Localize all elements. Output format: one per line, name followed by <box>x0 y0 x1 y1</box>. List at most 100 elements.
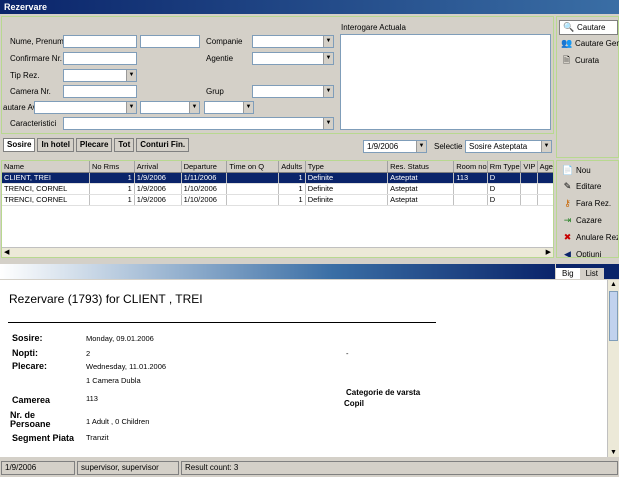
categorie-label: Categorie de varsta <box>346 388 421 397</box>
scroll-left-icon[interactable]: ◀ <box>4 248 9 256</box>
column-header[interactable]: Room no <box>453 161 488 173</box>
confirmare-label: Confirmare Nr. <box>10 54 63 63</box>
cautare-gen-button[interactable]: 👥 Cautare Gen <box>561 38 619 49</box>
nopti-value: 2 <box>86 349 91 358</box>
anulare-rez-label: Anulare Rez <box>576 233 619 242</box>
column-header[interactable]: Time on Q <box>226 161 280 173</box>
table-cell: 1/10/2006 <box>181 194 228 206</box>
chevron-down-icon: ▼ <box>416 141 426 152</box>
new-icon: 📄 <box>562 165 574 175</box>
agentie-label: Agentie <box>206 54 234 63</box>
search-actions-panel: 🔍 Cautare 👥 Cautare Gen 🗎 Curata <box>556 16 619 158</box>
table-cell: Asteptat <box>387 172 455 184</box>
fara-rez-button[interactable]: ⚷ Fara Rez. <box>562 198 611 209</box>
column-header[interactable]: Departure <box>181 161 228 173</box>
table-cell: 1 <box>278 194 306 206</box>
interogare-box[interactable] <box>340 34 551 130</box>
tab-big[interactable]: Big <box>556 268 580 279</box>
editare-label: Editare <box>576 182 602 191</box>
table-cell: TRENCI, CORNEL <box>2 183 90 195</box>
detail-heading: Rezervare (1793) for CLIENT , TREI <box>9 292 203 306</box>
sosire-label: Sosire: <box>12 333 43 343</box>
scroll-up-icon[interactable]: ▲ <box>610 281 617 288</box>
chevron-down-icon: ▼ <box>541 141 551 152</box>
cautare-avn-select-3[interactable]: ▼ <box>204 101 254 114</box>
companie-label: Companie <box>206 37 243 46</box>
tab-plecare[interactable]: Plecare <box>75 138 113 152</box>
column-header[interactable]: Type <box>305 161 389 173</box>
table-row[interactable]: CLIENT, TREI 1 1/9/2006 1/11/2006 1 Defi… <box>2 172 553 184</box>
status-result: Result count: 3 <box>181 461 618 475</box>
confirmare-input[interactable] <box>63 52 137 65</box>
table-cell: CLIENT, TREI <box>2 172 90 184</box>
clear-icon: 🗎 <box>562 55 571 65</box>
tip-rez-select[interactable]: ▼ <box>63 69 137 82</box>
column-header[interactable]: Adults <box>278 161 306 173</box>
column-header[interactable]: Res. Status <box>387 161 455 173</box>
table-cell <box>537 172 553 184</box>
nou-label: Nou <box>576 166 591 175</box>
table-cell: Definite <box>305 183 389 195</box>
table-cell: 1 <box>278 183 306 195</box>
table-cell: 1/11/2006 <box>181 172 228 184</box>
scroll-right-icon[interactable]: ▶ <box>546 248 551 256</box>
agentie-select[interactable]: ▼ <box>252 52 334 65</box>
horizontal-scrollbar[interactable]: ◀ ▶ <box>2 247 553 257</box>
grup-select[interactable]: ▼ <box>252 85 334 98</box>
cautare-button[interactable]: 🔍 Cautare <box>559 20 618 35</box>
row-actions-panel: 📄 Nou ✎ Editare ⚷ Fara Rez. ⇥ Cazare ✖ Anular… <box>556 160 619 258</box>
vertical-scrollbar[interactable]: ▲ ▼ <box>607 280 619 457</box>
tab-tot[interactable]: Tot <box>114 138 135 152</box>
prenume-input[interactable] <box>140 35 200 48</box>
selectie-value: Sosire Asteptata <box>469 142 528 151</box>
column-header[interactable]: Agent <box>537 161 553 173</box>
nou-button[interactable]: 📄 Nou <box>562 165 591 176</box>
nume-label: Nume, Prenume <box>10 37 69 46</box>
column-header[interactable]: Arrival <box>134 161 182 173</box>
tab-conturi-fin[interactable]: Conturi Fin. <box>136 138 190 152</box>
table-cell: 1 <box>89 183 135 195</box>
selectie-select[interactable]: Sosire Asteptata ▼ <box>465 140 552 153</box>
table-cell: TRENCI, CORNEL <box>2 194 90 206</box>
status-user: supervisor, supervisor <box>77 461 179 475</box>
editare-button[interactable]: ✎ Editare <box>562 181 602 192</box>
table-cell <box>226 194 280 206</box>
nopti-extra: - <box>346 349 349 358</box>
table-cell <box>520 183 538 195</box>
column-header[interactable]: Name <box>2 161 90 173</box>
reservation-detail: Rezervare (1793) for CLIENT , TREI Sosir… <box>0 280 607 457</box>
scroll-down-icon[interactable]: ▼ <box>610 449 617 456</box>
interogare-label: Interogare Actuala <box>341 23 406 32</box>
companie-select[interactable]: ▼ <box>252 35 334 48</box>
tab-sosire[interactable]: Sosire <box>3 138 36 152</box>
table-cell: Definite <box>305 194 389 206</box>
table-cell: Asteptat <box>387 183 455 195</box>
table-row[interactable]: TRENCI, CORNEL 1 1/9/2006 1/10/2006 1 De… <box>2 194 553 206</box>
plecare-label: Plecare: <box>12 361 48 371</box>
date-value: 1/9/2006 <box>367 142 399 151</box>
cautare-avn-select-1[interactable]: ▼ <box>34 101 137 114</box>
column-header[interactable]: No Rms <box>89 161 135 173</box>
table-cell <box>226 183 280 195</box>
nume-input[interactable] <box>63 35 137 48</box>
tab-in-hotel[interactable]: In hotel <box>37 138 74 152</box>
tab-list[interactable]: List <box>579 268 605 279</box>
column-header[interactable]: VIP <box>520 161 538 173</box>
camera-label: Camera Nr. <box>10 87 51 96</box>
table-row[interactable]: TRENCI, CORNEL 1 1/9/2006 1/10/2006 1 De… <box>2 183 553 195</box>
column-header[interactable]: Rm Type <box>487 161 522 173</box>
optiuni-button[interactable]: ◀ Optiuni <box>562 249 601 257</box>
date-select[interactable]: 1/9/2006 ▼ <box>363 140 427 153</box>
checkin-icon: ⇥ <box>563 215 572 225</box>
table-cell <box>453 183 488 195</box>
cautare-avn-select-2[interactable]: ▼ <box>140 101 200 114</box>
curata-button[interactable]: 🗎 Curata <box>561 55 599 66</box>
segment-label: Segment Piata <box>12 433 75 443</box>
camera-input[interactable] <box>63 85 137 98</box>
selectie-label: Selectie <box>434 142 463 151</box>
cazare-button[interactable]: ⇥ Cazare <box>562 215 602 226</box>
scroll-thumb[interactable] <box>609 291 618 341</box>
anulare-rez-button[interactable]: ✖ Anulare Rez <box>562 232 619 243</box>
view-tabs: Big List <box>556 264 619 279</box>
caracteristici-select[interactable]: ▼ <box>63 117 334 130</box>
